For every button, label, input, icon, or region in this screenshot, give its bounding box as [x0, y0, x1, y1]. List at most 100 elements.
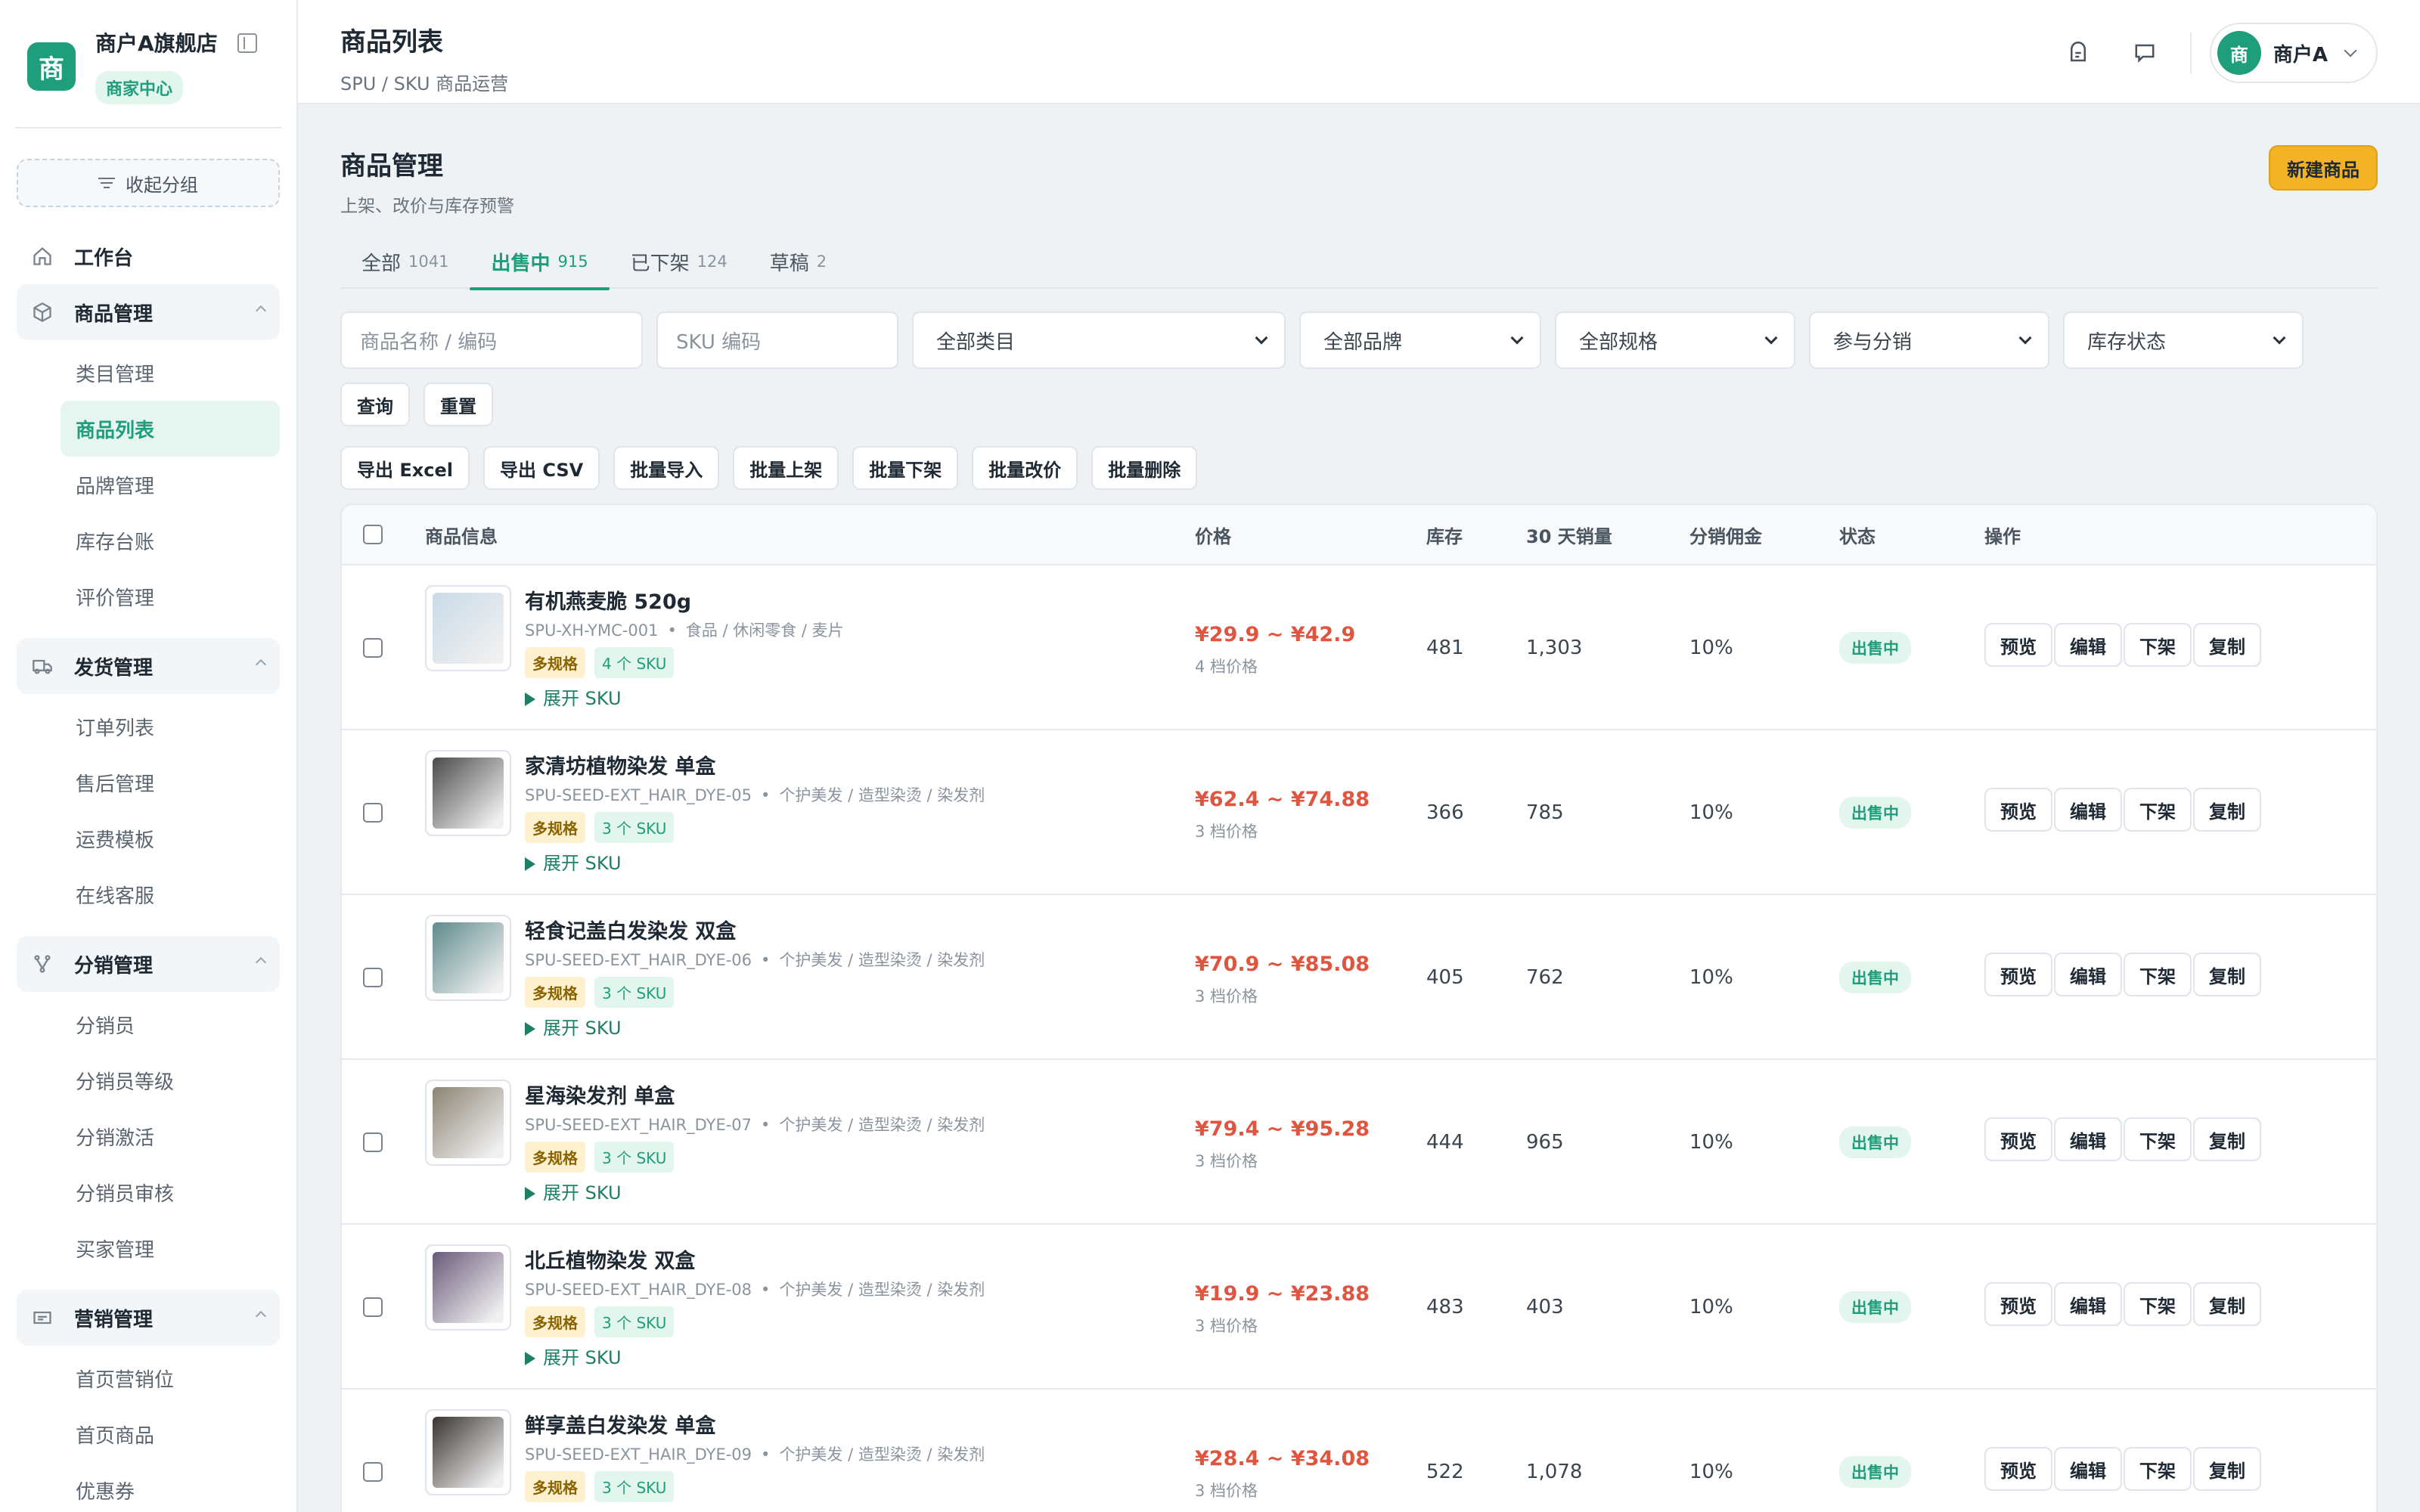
sidebar-item-workbench[interactable]: 工作台	[0, 228, 296, 284]
row-checkbox[interactable]	[363, 968, 383, 987]
preview-button[interactable]: 预览	[1984, 788, 2052, 832]
sidebar-group-2[interactable]: 发货管理	[17, 638, 280, 694]
sidebar-item-3-2[interactable]: 分销员等级	[0, 1052, 296, 1108]
bulk-action-button[interactable]: 导出 Excel	[340, 446, 470, 490]
delist-button[interactable]: 下架	[2124, 1282, 2192, 1326]
sidebar-item-4-2[interactable]: 首页商品	[0, 1406, 296, 1462]
copy-button[interactable]: 复制	[2193, 1447, 2261, 1491]
row-checkbox[interactable]	[363, 1132, 383, 1152]
sidebar-item-3-1[interactable]: 分销员	[0, 996, 296, 1052]
sku-code-input[interactable]: SKU 编码	[656, 311, 898, 369]
product-thumbnail[interactable]	[425, 1244, 511, 1331]
sidebar-item-1-4[interactable]: 库存台账	[0, 513, 296, 569]
product-name[interactable]: 轻食记盖白发染发 双盒	[525, 915, 736, 944]
preview-button[interactable]: 预览	[1984, 623, 2052, 667]
expand-sku-link[interactable]: 展开 SKU	[525, 1178, 622, 1204]
product-name[interactable]: 星海染发剂 单盒	[525, 1080, 675, 1109]
tab-3[interactable]: 已下架 124	[610, 234, 749, 289]
sidebar-item-2-3[interactable]: 运费模板	[0, 810, 296, 866]
row-actions: 预览 编辑 下架 复制	[1984, 953, 2263, 996]
user-menu[interactable]: 商 商户A	[2209, 23, 2378, 83]
row-checkbox[interactable]	[363, 1297, 383, 1317]
sidebar-item-3-3[interactable]: 分销激活	[0, 1108, 296, 1164]
sidebar-item-4-1[interactable]: 首页营销位	[0, 1350, 296, 1406]
sidebar-item-2-4[interactable]: 在线客服	[0, 866, 296, 922]
expand-sku-link[interactable]: 展开 SKU	[525, 1507, 622, 1512]
sidebar-item-1-5[interactable]: 评价管理	[0, 569, 296, 624]
product-thumbnail[interactable]	[425, 1409, 511, 1495]
collapse-sidebar-icon[interactable]	[237, 33, 257, 53]
expand-sku-link[interactable]: 展开 SKU	[525, 683, 622, 710]
tab-2[interactable]: 出售中 915	[470, 234, 610, 290]
bulk-action-button[interactable]: 批量导入	[613, 446, 720, 490]
sidebar-item-2-1[interactable]: 订单列表	[0, 699, 296, 754]
expand-sku-link[interactable]: 展开 SKU	[525, 848, 622, 875]
delist-button[interactable]: 下架	[2124, 953, 2192, 996]
edit-button[interactable]: 编辑	[2054, 1117, 2122, 1161]
row-checkbox[interactable]	[363, 803, 383, 823]
tab-4[interactable]: 草稿 2	[749, 234, 848, 289]
bulk-action-button[interactable]: 批量改价	[972, 446, 1078, 490]
sidebar-item-1-1[interactable]: 类目管理	[0, 345, 296, 401]
sidebar-item-3-4[interactable]: 分销员审核	[0, 1164, 296, 1220]
category-select[interactable]: 全部类目	[912, 311, 1286, 369]
product-thumbnail[interactable]	[425, 750, 511, 836]
delist-button[interactable]: 下架	[2124, 788, 2192, 832]
spec-select[interactable]: 全部规格	[1555, 311, 1795, 369]
product-name-input[interactable]: 商品名称 / 编码	[340, 311, 643, 369]
delist-button[interactable]: 下架	[2124, 1117, 2192, 1161]
stock-status-select[interactable]: 库存状态	[2063, 311, 2304, 369]
preview-button[interactable]: 预览	[1984, 1117, 2052, 1161]
copy-button[interactable]: 复制	[2193, 1282, 2261, 1326]
bulk-action-button[interactable]: 导出 CSV	[482, 446, 600, 490]
sidebar-item-1-2[interactable]: 商品列表	[60, 401, 280, 457]
product-name[interactable]: 北丘植物染发 双盒	[525, 1244, 695, 1274]
sidebar-item-1-3[interactable]: 品牌管理	[0, 457, 296, 513]
preview-button[interactable]: 预览	[1984, 953, 2052, 996]
copy-button[interactable]: 复制	[2193, 788, 2261, 832]
copy-button[interactable]: 复制	[2193, 623, 2261, 667]
row-checkbox[interactable]	[363, 638, 383, 658]
expand-sku-link[interactable]: 展开 SKU	[525, 1013, 622, 1040]
collapse-groups-button[interactable]: 收起分组	[17, 159, 280, 207]
sidebar-item-3-5[interactable]: 买家管理	[0, 1220, 296, 1276]
edit-button[interactable]: 编辑	[2054, 788, 2122, 832]
sidebar-item-4-3[interactable]: 优惠券	[0, 1462, 296, 1512]
copy-button[interactable]: 复制	[2193, 1117, 2261, 1161]
notification-icon[interactable]	[2063, 38, 2093, 68]
sales-value: 762	[1526, 966, 1564, 989]
copy-button[interactable]: 复制	[2193, 953, 2261, 996]
product-thumbnail[interactable]	[425, 1080, 511, 1166]
select-all-checkbox[interactable]	[363, 525, 383, 544]
delist-button[interactable]: 下架	[2124, 623, 2192, 667]
edit-button[interactable]: 编辑	[2054, 623, 2122, 667]
query-button[interactable]: 查询	[340, 383, 410, 426]
product-name[interactable]: 家清坊植物染发 单盒	[525, 750, 715, 779]
new-product-button[interactable]: 新建商品	[2269, 145, 2378, 191]
reset-button[interactable]: 重置	[424, 383, 493, 426]
edit-button[interactable]: 编辑	[2054, 1447, 2122, 1491]
preview-button[interactable]: 预览	[1984, 1447, 2052, 1491]
expand-sku-link[interactable]: 展开 SKU	[525, 1343, 622, 1369]
bulk-action-button[interactable]: 批量上架	[733, 446, 839, 490]
bulk-action-button[interactable]: 批量删除	[1091, 446, 1198, 490]
distribution-select[interactable]: 参与分销	[1809, 311, 2049, 369]
edit-button[interactable]: 编辑	[2054, 953, 2122, 996]
delist-button[interactable]: 下架	[2124, 1447, 2192, 1491]
tab-1[interactable]: 全部 1041	[340, 234, 470, 289]
product-name[interactable]: 有机燕麦脆 520g	[525, 585, 691, 615]
row-checkbox[interactable]	[363, 1462, 383, 1482]
edit-button[interactable]: 编辑	[2054, 1282, 2122, 1326]
bulk-action-button[interactable]: 批量下架	[852, 446, 959, 490]
sidebar-group-4[interactable]: 营销管理	[17, 1290, 280, 1346]
brand: 商 商户A旗舰店 商家中心	[0, 0, 296, 127]
sidebar-item-2-2[interactable]: 售后管理	[0, 754, 296, 810]
brand-select[interactable]: 全部品牌	[1299, 311, 1541, 369]
sidebar-group-1[interactable]: 商品管理	[17, 284, 280, 340]
product-name[interactable]: 鲜享盖白发染发 单盒	[525, 1409, 715, 1439]
product-thumbnail[interactable]	[425, 915, 511, 1001]
product-thumbnail[interactable]	[425, 585, 511, 671]
sidebar-group-3[interactable]: 分销管理	[17, 936, 280, 992]
message-icon[interactable]	[2130, 38, 2160, 68]
preview-button[interactable]: 预览	[1984, 1282, 2052, 1326]
